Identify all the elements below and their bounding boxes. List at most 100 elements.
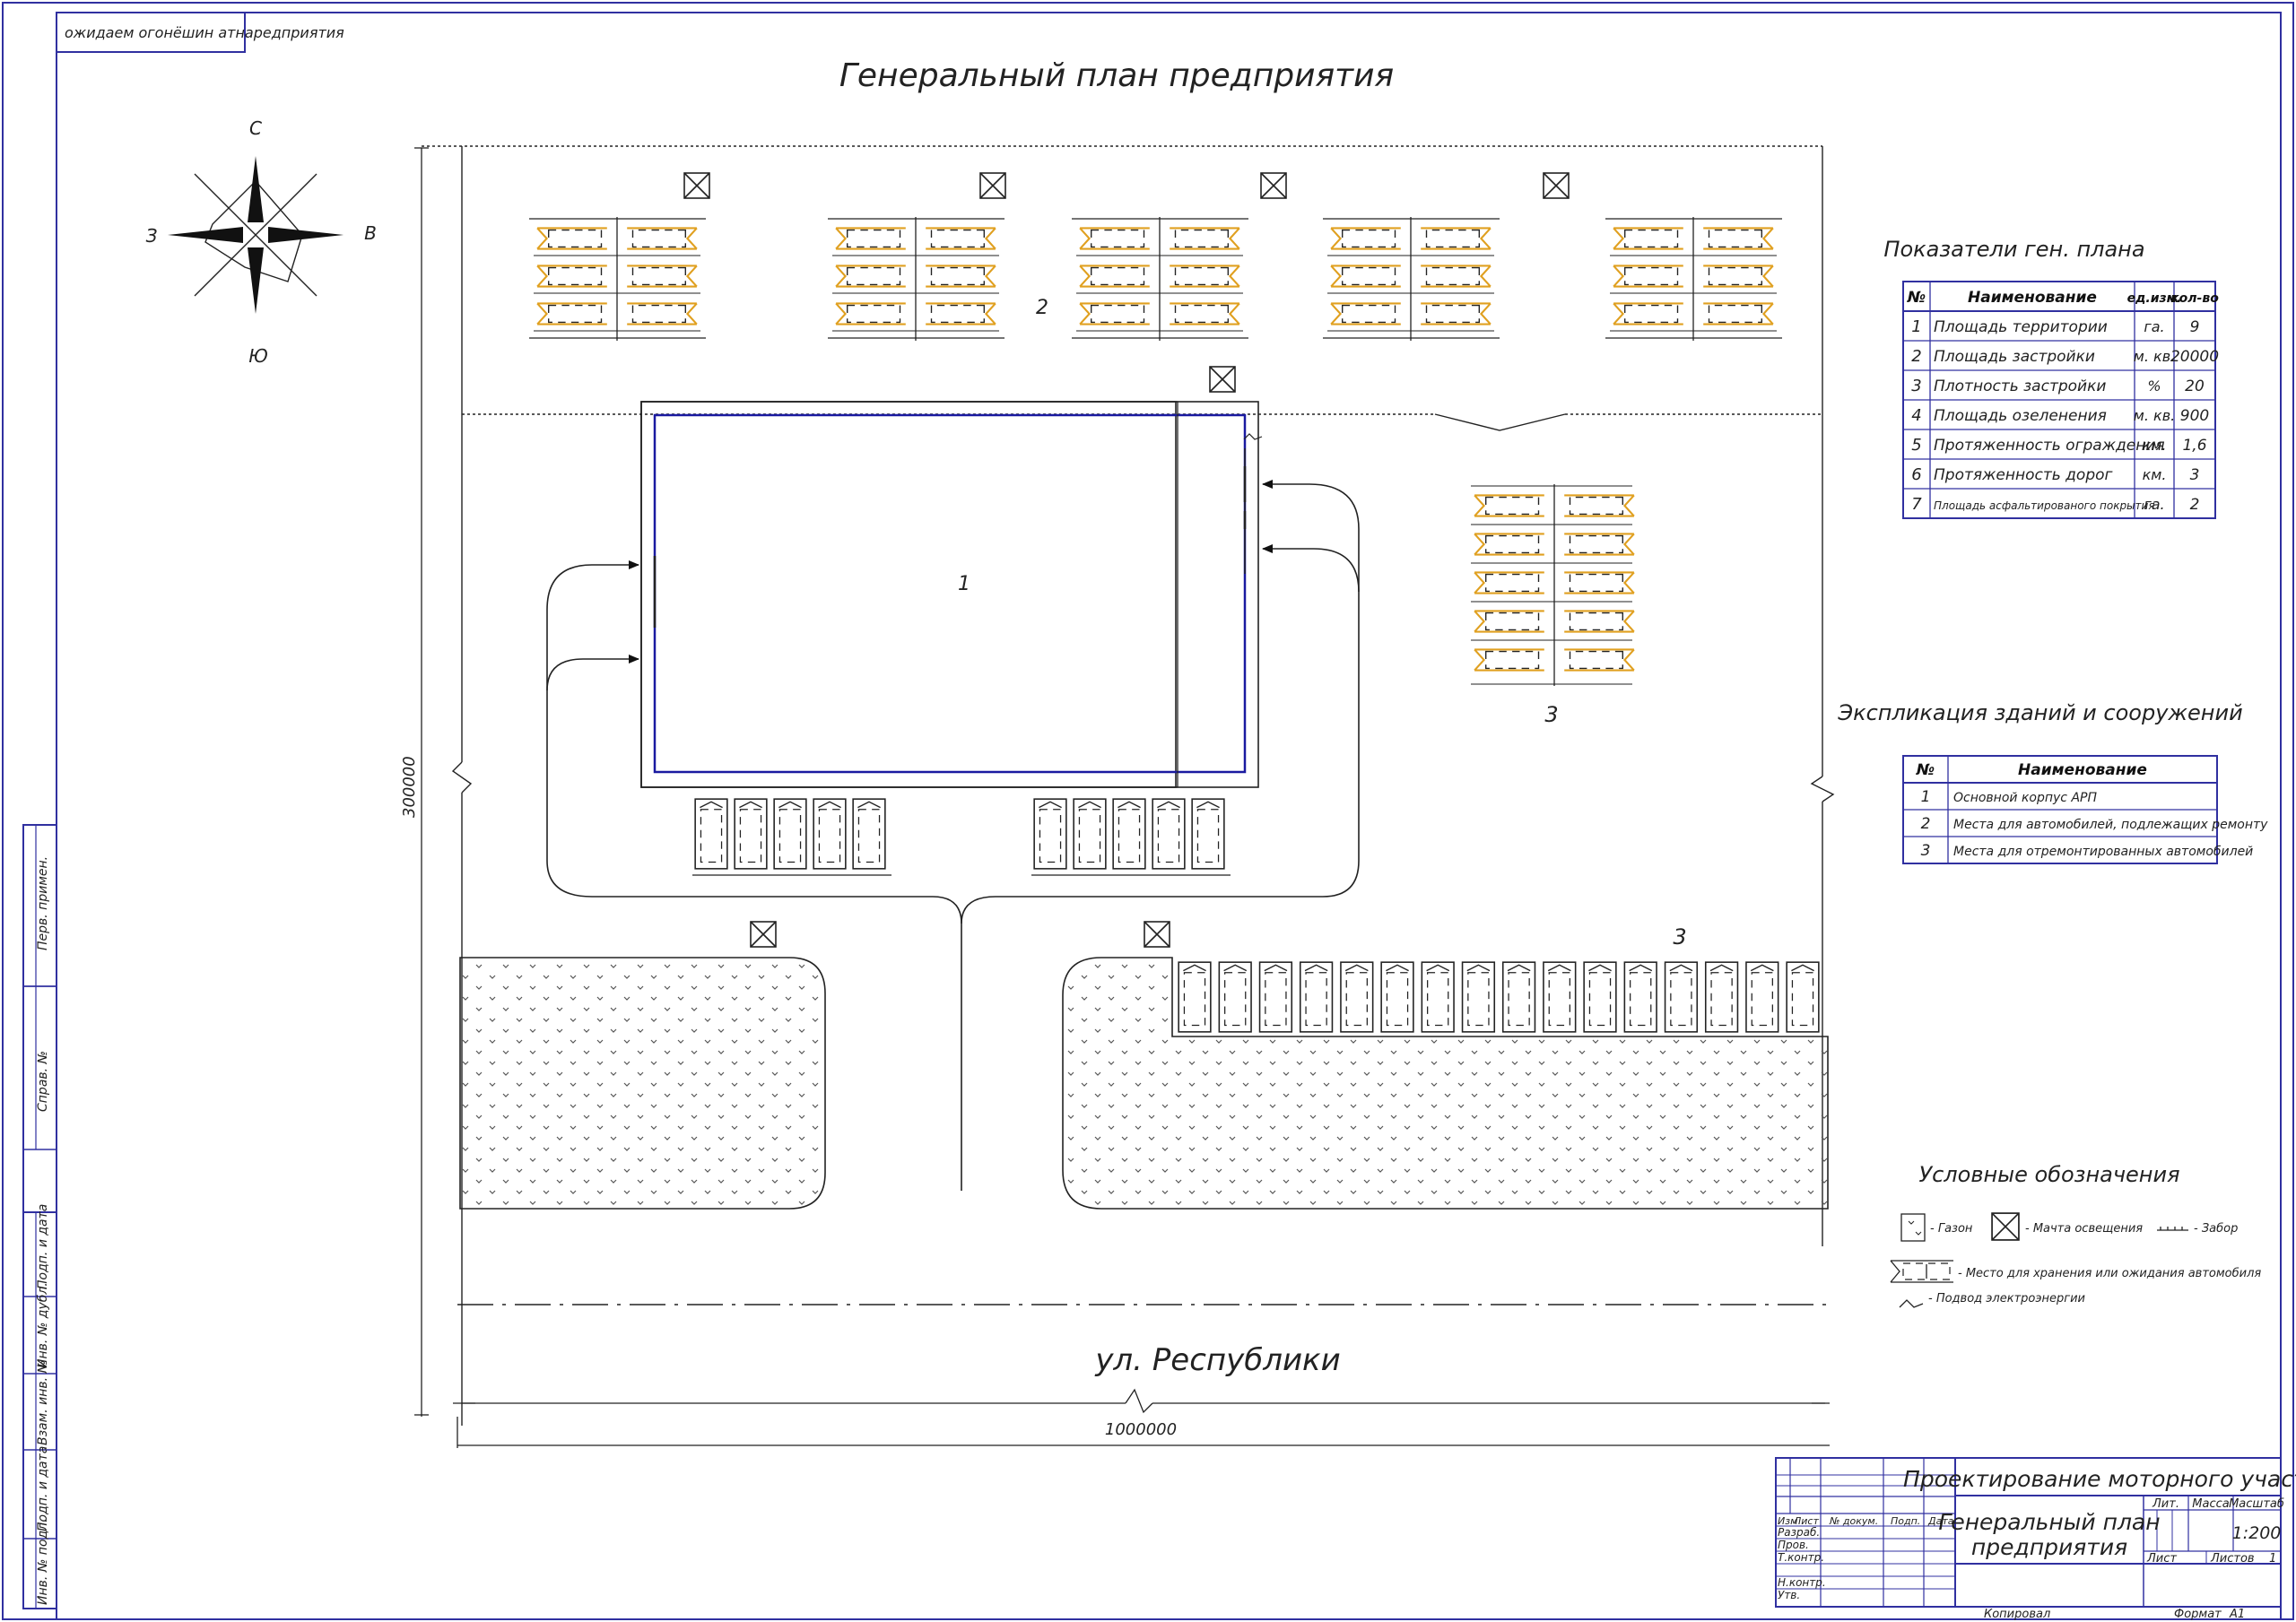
parking-space-icon bbox=[1563, 571, 1635, 594]
parking-space-icon bbox=[1330, 265, 1402, 288]
parking-space-icon bbox=[734, 798, 768, 870]
compass-rose: С Ю З В bbox=[146, 117, 377, 367]
tb-scale-label: Масштаб bbox=[2229, 1497, 2284, 1511]
parking-space-icon bbox=[1420, 227, 1492, 250]
indicators-row-value: 20000 bbox=[2170, 348, 2219, 366]
parking-space-icon bbox=[1033, 798, 1067, 870]
parking-space-icon bbox=[1079, 265, 1151, 288]
label-zone-2: 2 bbox=[1036, 297, 1048, 319]
side-stamp-3: Подп. и дата bbox=[36, 1204, 50, 1289]
parking-space-icon bbox=[835, 302, 907, 325]
parking-space-icon bbox=[773, 798, 807, 870]
parking-space-icon bbox=[852, 798, 886, 870]
parking-space-icon bbox=[925, 302, 996, 325]
indicators-row-name: Площадь озеленения bbox=[1934, 407, 2107, 425]
tb-role-ncontrol: Н.контр. bbox=[1778, 1576, 1826, 1589]
tb-lit-label: Лит. bbox=[2152, 1497, 2179, 1511]
parking-space-icon bbox=[1178, 961, 1212, 1033]
parking-space-icon bbox=[1786, 961, 1820, 1033]
parking-space-icon bbox=[1704, 961, 1739, 1033]
tb-scale-value: 1:200 bbox=[2232, 1523, 2282, 1543]
side-stamp: Перв. примен. Справ. № Подп. и дата Инв.… bbox=[22, 824, 57, 1609]
parking-space-icon bbox=[1623, 961, 1657, 1033]
parking-space-icon bbox=[626, 302, 698, 325]
parking-space-icon bbox=[1169, 265, 1240, 288]
parking-space-icon bbox=[1474, 571, 1545, 594]
indicators-row-name: Плотность застройки bbox=[1934, 377, 2106, 395]
indicators-table: № Наименование ед.изм.кол-во1 Площадь терри… bbox=[1902, 281, 2219, 519]
parking-space-icon bbox=[1474, 533, 1545, 556]
side-stamp-2: Справ. № bbox=[36, 1051, 50, 1112]
parking-space-icon bbox=[1501, 961, 1536, 1033]
parking-space-icon bbox=[1563, 533, 1635, 556]
label-zone-3-bottom: 3 bbox=[1673, 924, 1686, 950]
tb-format-value: A1 bbox=[2229, 1608, 2245, 1621]
parking-space-icon bbox=[1563, 648, 1635, 672]
legend: Условные обозначения - Газон - Мачта осв… bbox=[1890, 1162, 2261, 1308]
parking-space-icon bbox=[1073, 798, 1107, 870]
label-zone-1: 1 bbox=[958, 573, 970, 595]
indicators-row-unit: км. bbox=[2143, 437, 2167, 454]
parking-space-icon bbox=[1299, 961, 1334, 1033]
explication-row-num: 3 bbox=[1921, 842, 1931, 860]
indicators-header-cell: Наименование bbox=[1968, 289, 2097, 307]
tb-role-check: Пров. bbox=[1778, 1539, 1809, 1551]
tb-format-label: Формат bbox=[2174, 1608, 2222, 1621]
parking-space-icon bbox=[1563, 494, 1635, 517]
light-mast-icon bbox=[683, 172, 710, 199]
legend-fence: - Забор bbox=[2194, 1222, 2238, 1236]
lawn-legend-icon bbox=[1900, 1213, 1926, 1242]
parking-space-icon bbox=[835, 227, 907, 250]
tb-role-tcontrol: Т.контр. bbox=[1778, 1551, 1824, 1564]
parking-space-icon bbox=[1563, 610, 1635, 633]
parking-space-icon bbox=[1421, 961, 1455, 1033]
main-building-outline bbox=[640, 401, 1259, 788]
indicators-row-value: 9 bbox=[2190, 318, 2200, 336]
label-zone-3-right: 3 bbox=[1544, 702, 1558, 727]
parking-space-icon bbox=[536, 302, 608, 325]
indicators-row-unit: га. bbox=[2144, 496, 2164, 513]
parking-space-icon bbox=[1112, 798, 1146, 870]
light-mast-icon bbox=[1144, 921, 1170, 948]
tb-mass-label: Масса bbox=[2192, 1497, 2229, 1511]
indicators-row-num: 2 bbox=[1911, 347, 1921, 366]
indicators-row-value: 20 bbox=[2185, 377, 2205, 395]
parking-space-icon bbox=[1474, 610, 1545, 633]
street-name: ул. Республики bbox=[1094, 1342, 1340, 1378]
parking-space-icon bbox=[1330, 302, 1402, 325]
explication-row-name: Места для отремонтированных автомобилей bbox=[1953, 845, 2253, 859]
tb-copied: Копировал bbox=[1984, 1608, 2050, 1621]
parking-space-icon bbox=[1745, 961, 1779, 1033]
parking-space-icon bbox=[1702, 302, 1774, 325]
parking-space-icon bbox=[1079, 227, 1151, 250]
indicators-row-value: 1,6 bbox=[2182, 437, 2206, 455]
parking-space-icon bbox=[1702, 227, 1774, 250]
ready-parking-right bbox=[1471, 484, 1635, 686]
indicators-row-unit: % bbox=[2147, 377, 2161, 395]
parking-space-icon bbox=[1169, 227, 1240, 250]
indicators-row-value: 2 bbox=[2190, 496, 2200, 514]
indicators-row-name: Площадь территории bbox=[1934, 318, 2108, 336]
tb-sheets-count: 1 bbox=[2269, 1552, 2276, 1566]
title-block-project: Проектирование моторного участка bbox=[1903, 1466, 2296, 1492]
light-mast-legend-icon bbox=[1991, 1212, 2020, 1241]
parking-space-icon bbox=[536, 265, 608, 288]
explication-row-name: Основной корпус АРП bbox=[1953, 791, 2097, 805]
parking-space-icon bbox=[1191, 798, 1225, 870]
north-arrow-icon bbox=[248, 156, 264, 222]
parking-space-icon bbox=[835, 265, 907, 288]
light-mast-icon bbox=[1543, 172, 1570, 199]
parking-space-icon bbox=[1461, 961, 1496, 1033]
explication-title: Экспликация зданий и сооружений bbox=[1837, 700, 2242, 725]
side-stamp-1: Перв. примен. bbox=[36, 856, 50, 950]
parking-space-icon bbox=[1420, 302, 1492, 325]
light-mast-icon bbox=[750, 921, 777, 948]
parking-space-icon bbox=[1218, 961, 1252, 1033]
side-stamp-5: Взам. инв. № bbox=[36, 1360, 50, 1445]
tb-col-date: Дата bbox=[1927, 1515, 1954, 1527]
explication-row-num: 2 bbox=[1921, 815, 1931, 833]
side-stamp-7: Инв. № подл. bbox=[36, 1518, 50, 1605]
page-title: Генеральный план предприятия bbox=[839, 57, 1394, 94]
compass-north: С bbox=[249, 117, 262, 139]
parking-space-icon bbox=[1583, 961, 1617, 1033]
